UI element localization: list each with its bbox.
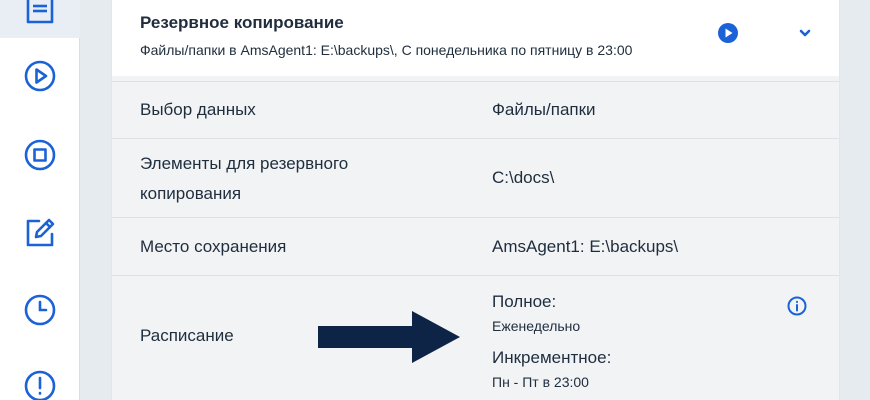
destination-row[interactable]: Место сохранения AmsAgent1: E:\backups\	[112, 217, 839, 275]
alert-icon[interactable]	[22, 368, 58, 400]
clock-icon[interactable]	[22, 292, 58, 328]
stop-icon[interactable]	[22, 137, 58, 173]
left-toolbar	[0, 0, 80, 400]
incremental-backup-value: Пн - Пт в 23:00	[492, 374, 589, 390]
edit-icon[interactable]	[22, 215, 58, 251]
schedule-row[interactable]: Расписание Полное: Еженедельно Инкремент…	[112, 275, 839, 400]
data-selection-row[interactable]: Выбор данных Файлы/папки	[112, 81, 839, 138]
arrow-right-icon	[318, 311, 460, 363]
plan-header[interactable]: Резервное копирование Файлы/папки в AmsA…	[112, 0, 839, 76]
schedule-label: Расписание	[140, 326, 234, 345]
destination-value: AmsAgent1: E:\backups\	[492, 237, 679, 256]
full-backup-value: Еженедельно	[492, 318, 581, 334]
backup-items-row[interactable]: Элементы для резервного копирования C:\d…	[112, 138, 839, 217]
backup-items-value: C:\docs\	[492, 168, 555, 187]
plan-title: Резервное копирование	[140, 13, 344, 32]
destination-label: Место сохранения	[140, 237, 287, 256]
backup-items-label-line1: Элементы для резервного	[140, 154, 349, 173]
backup-items-label-line2: копирования	[140, 184, 242, 203]
full-backup-label: Полное:	[492, 292, 557, 311]
data-selection-value: Файлы/папки	[492, 100, 596, 119]
play-circle-icon[interactable]	[717, 22, 739, 44]
incremental-backup-label: Инкрементное:	[492, 348, 612, 367]
backup-plan-panel: Резервное копирование Файлы/папки в AmsA…	[111, 0, 840, 400]
info-icon[interactable]	[787, 296, 807, 316]
run-icon[interactable]	[22, 58, 58, 94]
backup-plan-icon[interactable]	[22, 0, 58, 28]
chevron-down-icon[interactable]	[795, 23, 815, 43]
data-selection-label: Выбор данных	[140, 100, 256, 119]
plan-summary: Файлы/папки в AmsAgent1: E:\backups\, С …	[140, 42, 633, 58]
